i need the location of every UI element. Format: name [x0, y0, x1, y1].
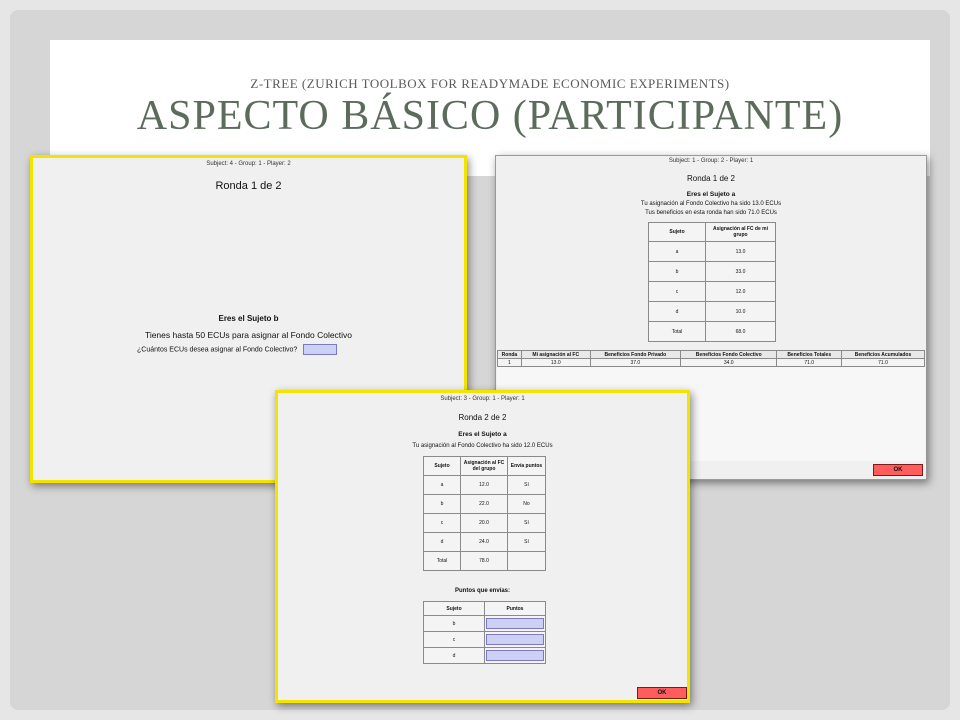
table-cell: 12.0	[460, 475, 508, 495]
table-cell: c	[423, 631, 485, 648]
window-round2-punishment: Subject: 3 - Group: 1 - Player: 1 Ronda …	[275, 390, 690, 703]
points-input-b[interactable]	[486, 618, 544, 629]
points-input-c[interactable]	[486, 634, 544, 645]
table-cell: b	[423, 494, 461, 514]
round-label: Ronda 1 de 2	[686, 174, 736, 183]
slide-subtitle: Z-TREE (ZURICH TOOLBOX FOR READYMADE ECO…	[250, 76, 730, 91]
table-cell	[484, 631, 546, 648]
table-cell: 78.0	[460, 551, 508, 571]
table-cell: 34.0	[680, 358, 778, 367]
history-table: Ronda Mi asignación al FC Beneficios Fon…	[497, 350, 925, 367]
table-cell: c	[648, 281, 706, 302]
table-row: b 33.0	[648, 261, 776, 282]
question-label: ¿Cuántos ECUs desea asignar al Fondo Col…	[137, 346, 298, 354]
table-cell	[484, 647, 546, 664]
table-cell: 33.0	[705, 261, 776, 282]
window-header: Subject: 1 - Group: 2 - Player: 1	[668, 158, 754, 164]
table-cell: Total	[423, 551, 461, 571]
points-title: Puntos que envías:	[454, 588, 510, 594]
contribution-question: ¿Cuántos ECUs desea asignar al Fondo Col…	[137, 344, 338, 355]
table-header: Beneficios Totales	[776, 350, 843, 359]
info-text: Tienes hasta 50 ECUs para asignar al Fon…	[144, 330, 353, 340]
table-cell: d	[423, 532, 461, 552]
table-row: 1 13.0 37.0 34.0 71.0 71.0	[497, 358, 925, 367]
table-row: d	[423, 647, 546, 664]
contribution-text: Tu asignación al Fondo Colectivo ha sido…	[412, 443, 553, 449]
table-cell: 1	[497, 358, 522, 367]
table-row: b 22.0 No	[423, 494, 546, 514]
table-row: c	[423, 631, 546, 648]
table-cell: Sí	[507, 475, 546, 495]
table-cell: 68.0	[705, 321, 776, 342]
role-label: Eres el Sujeto b	[218, 314, 279, 323]
earnings-text: Tus beneficios en esta ronda han sido 71…	[645, 210, 777, 216]
table-header: Mi asignación al FC	[520, 350, 591, 359]
table-cell: 22.0	[460, 494, 508, 514]
table-row: b	[423, 615, 546, 632]
table-header: Beneficios Fondo Colectivo	[680, 350, 778, 359]
table-cell	[484, 615, 546, 632]
table-cell: a	[648, 241, 706, 262]
points-input-d[interactable]	[486, 650, 544, 661]
table-cell: d	[648, 301, 706, 322]
contribution-input[interactable]	[303, 344, 338, 355]
table-header: Asignación al FC de mi grupo	[705, 222, 776, 242]
window-header: Subject: 4 - Group: 1 - Player: 2	[206, 161, 291, 167]
table-cell: 24.0	[460, 532, 508, 552]
ok-button[interactable]: OK	[873, 464, 923, 476]
table-row: a 13.0	[648, 241, 776, 262]
table-cell: b	[423, 615, 485, 632]
table-header: Sujeto	[423, 601, 485, 616]
table-cell: 12.0	[705, 281, 776, 302]
table-row: Total 78.0	[423, 551, 546, 571]
table-cell: 10.0	[705, 301, 776, 322]
table-header: Puntos	[484, 601, 546, 616]
slide-title: ASPECTO BÁSICO (PARTICIPANTE)	[136, 93, 844, 139]
table-cell: Sí	[507, 513, 546, 533]
table-cell: 13.0	[705, 241, 776, 262]
table-cell: b	[648, 261, 706, 282]
group-contributions-table: Sujeto Asignación al FC del grupo Envía …	[423, 456, 546, 571]
table-cell	[507, 551, 546, 571]
points-table: Sujeto Puntos b c d	[423, 601, 546, 664]
table-header: Asignación al FC del grupo	[460, 456, 508, 476]
table-cell: 20.0	[460, 513, 508, 533]
table-header: Sujeto	[648, 222, 706, 242]
table-cell: 37.0	[589, 358, 682, 367]
table-header: Beneficios Fondo Privado	[589, 350, 682, 359]
contribution-text: Tu asignación al Fondo Colectivo ha sido…	[640, 201, 782, 207]
table-cell: No	[507, 494, 546, 514]
table-cell: 71.0	[841, 358, 925, 367]
round-label: Ronda 2 de 2	[458, 413, 507, 422]
table-cell: c	[423, 513, 461, 533]
table-cell: Sí	[507, 532, 546, 552]
role-label: Eres el Sujeto a	[686, 191, 736, 198]
table-header: Sujeto	[423, 456, 461, 476]
table-cell: d	[423, 647, 485, 664]
table-row: c 12.0	[648, 281, 776, 302]
table-row: d 10.0	[648, 301, 776, 322]
table-cell: Total	[648, 321, 706, 342]
table-row: c 20.0 Sí	[423, 513, 546, 533]
window-header: Subject: 3 - Group: 1 - Player: 1	[440, 396, 525, 402]
role-label: Eres el Sujeto a	[458, 431, 507, 438]
ok-button[interactable]: OK	[637, 687, 687, 699]
table-header: Ronda	[497, 350, 522, 359]
table-row: d 24.0 Sí	[423, 532, 546, 552]
table-header: Envía puntos	[507, 456, 546, 476]
table-row: Total 68.0	[648, 321, 776, 342]
table-cell: a	[423, 475, 461, 495]
table-cell: 71.0	[776, 358, 843, 367]
round-label: Ronda 1 de 2	[215, 180, 282, 192]
table-header: Beneficios Acumulados	[841, 350, 925, 359]
group-contributions-table: Sujeto Asignación al FC de mi grupo a 13.…	[648, 222, 776, 342]
table-row: a 12.0 Sí	[423, 475, 546, 495]
table-cell: 13.0	[520, 358, 591, 367]
